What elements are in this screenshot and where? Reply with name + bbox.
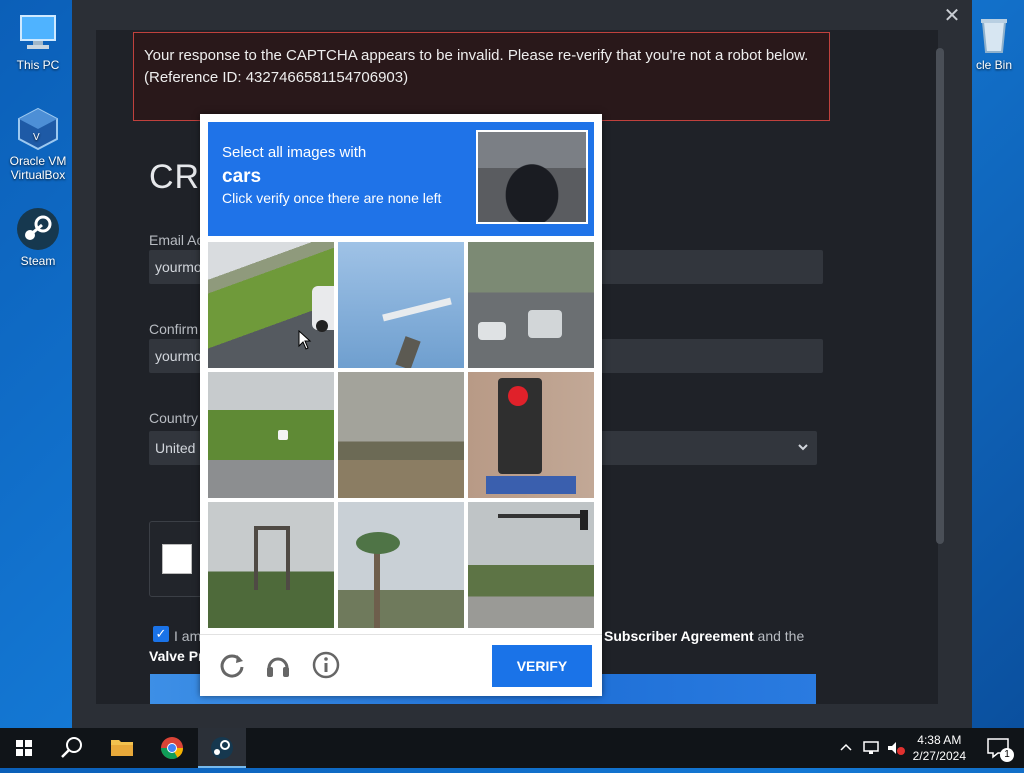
notification-center-button[interactable]: 1 [976,728,1024,768]
monitor-icon [15,10,61,56]
agree-text-start: I am [174,628,202,644]
subscriber-agreement-link[interactable]: Subscriber Agreement [604,628,754,644]
start-button[interactable] [0,728,48,768]
desktop-icon-label: Steam [20,254,56,268]
steam-icon [15,206,61,252]
windows-icon [16,740,32,756]
captcha-footer: VERIFY [200,634,602,697]
scrollbar[interactable] [936,48,944,544]
error-line-2: (Reference ID: 4327466581154706903) [144,69,409,86]
network-icon[interactable] [862,740,880,756]
captcha-tile-3[interactable] [468,242,594,368]
desktop-icon-label: Oracle VM VirtualBox [9,154,67,182]
captcha-prompt: Select all images with [222,144,367,161]
folder-icon [111,740,133,756]
svg-text:V: V [33,132,40,143]
desktop-icon-steam[interactable]: Steam [4,206,72,268]
chevron-down-icon [797,431,809,477]
captcha-error-message: Your response to the CAPTCHA appears to … [133,32,830,121]
virtualbox-icon: V [15,106,61,152]
clock[interactable]: 4:38 AM 2/27/2024 [913,732,966,764]
steam-icon [211,737,233,759]
notification-icon [987,738,1009,759]
country-label: Country [149,410,199,426]
taskbar: 4:38 AM 2/27/2024 1 [0,728,1024,768]
captcha-tile-8[interactable] [338,502,464,628]
captcha-target: cars [222,166,262,187]
captcha-tile-4[interactable] [208,372,334,498]
captcha-grid [208,242,594,628]
chevron-up-icon[interactable] [838,740,854,756]
privacy-policy-link[interactable]: Valve Pr [149,648,204,664]
taskbar-steam[interactable] [198,728,246,768]
error-line-1: Your response to the CAPTCHA appears to … [144,47,809,64]
captcha-challenge: Select all images with cars Click verify… [200,114,602,696]
system-tray [838,728,908,768]
search-button[interactable] [48,728,96,768]
close-icon[interactable]: ✕ [940,4,964,28]
captcha-header: Select all images with cars Click verify… [208,122,594,236]
reload-icon[interactable] [218,651,246,679]
audio-challenge-icon[interactable] [264,651,292,679]
chrome-icon [161,737,183,759]
mouse-cursor-icon [298,329,312,350]
recaptcha-checkbox[interactable] [162,544,192,574]
agree-text-end: Subscriber Agreement and the [604,628,804,644]
desktop-icon-this-pc[interactable]: This PC [4,10,72,72]
search-icon [61,737,82,758]
country-value: United [155,440,196,456]
taskbar-file-explorer[interactable] [98,728,146,768]
volume-muted-icon[interactable] [886,740,906,756]
captcha-tile-1[interactable] [208,242,334,368]
captcha-tile-6[interactable] [468,372,594,498]
notification-count-badge: 1 [1000,748,1014,762]
desktop-icon-label: This PC [16,58,60,72]
captcha-instruction: Click verify once there are none left [222,190,442,206]
info-icon[interactable] [312,651,340,679]
taskbar-chrome[interactable] [148,728,196,768]
agree-checkbox[interactable]: ✓ [153,626,169,642]
email-label: Email Ac [149,232,204,248]
desktop-icon-label: cle Bin [975,58,1013,72]
clock-time: 4:38 AM [917,733,962,747]
desktop-icon-virtualbox[interactable]: V Oracle VM VirtualBox [4,106,72,182]
captcha-tile-5[interactable] [338,372,464,498]
captcha-tile-9[interactable] [468,502,594,628]
clock-date: 2/27/2024 [912,749,966,763]
verify-button[interactable]: VERIFY [492,645,592,687]
captcha-tile-2[interactable] [338,242,464,368]
captcha-sample-image [476,130,588,224]
captcha-tile-7[interactable] [208,502,334,628]
confirm-email-label: Confirm [149,321,199,337]
recycle-bin-icon [971,10,1017,56]
agree-text-tail: and the [753,628,805,644]
